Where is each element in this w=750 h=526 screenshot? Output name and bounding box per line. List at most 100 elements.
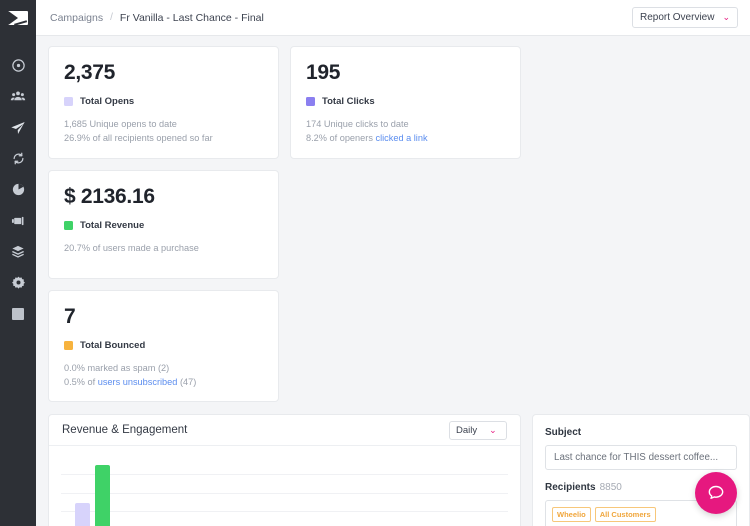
chart-panel-header: Revenue & Engagement Daily ⌄ (49, 415, 520, 446)
stat-subtext-pre: 26.9% of all recipients opened so far (64, 133, 213, 144)
chart-plot-area[interactable] (61, 456, 508, 526)
stat-subtext-pre: 8.2% of openers (306, 133, 376, 144)
stat-subtext: 20.7% of users made a purchase (64, 241, 263, 255)
content-area: 2,375 Total Opens 1,685 Unique opens to … (36, 36, 750, 526)
paper-plane-icon (11, 121, 25, 134)
gauge-icon (11, 59, 25, 72)
layers-icon (12, 245, 24, 258)
rail-item-list (0, 50, 36, 329)
clicked-a-link-link[interactable]: clicked a link (375, 133, 427, 143)
stat-card-total-clicks: 195 Total Clicks 174 Unique clicks to da… (290, 46, 521, 159)
sidebar-item-integrations[interactable] (0, 236, 36, 267)
stat-subtext-line2: 26.9% of all recipients opened so far (64, 131, 263, 145)
legend-swatch (64, 340, 73, 350)
stat-card-total-revenue: $ 2136.16 Total Revenue 20.7% of users m… (48, 169, 279, 279)
breadcrumb-campaigns[interactable]: Campaigns (50, 12, 103, 24)
stat-card-total-bounced: 7 Total Bounced 0.0% marked as spam (2) … (48, 289, 279, 402)
sidebar-item-broadcast[interactable] (0, 205, 36, 236)
stat-legend: Total Bounced (64, 340, 263, 351)
revenue-engagement-panel: Revenue & Engagement Daily ⌄ WedThuFriSa… (48, 414, 521, 526)
lower-section: Revenue & Engagement Daily ⌄ WedThuFriSa… (48, 414, 750, 526)
chart-frequency-label: Daily (456, 424, 478, 436)
chat-support-button[interactable] (695, 472, 737, 514)
breadcrumb-separator: / (110, 12, 113, 23)
recipients-count: 8850 (599, 482, 622, 493)
stat-legend-label: Total Revenue (80, 219, 145, 231)
chart-bar-group (125, 456, 189, 526)
sidebar-item-reports[interactable] (0, 174, 36, 205)
stat-card-total-opens: 2,375 Total Opens 1,685 Unique opens to … (48, 46, 279, 159)
chart-bar-group (61, 456, 125, 526)
sidebar-item-settings[interactable] (0, 267, 36, 298)
chart-title: Revenue & Engagement (62, 424, 188, 436)
chart-frequency-dropdown[interactable]: Daily ⌄ (449, 420, 507, 440)
users-unsubscribed-link[interactable]: users unsubscribed (98, 377, 178, 387)
stat-value: 7 (64, 304, 76, 328)
stat-subtext: 1,685 Unique opens to date 26.9% of all … (64, 117, 263, 146)
stat-value: $ 2136.16 (64, 184, 155, 208)
chevron-down-icon: ⌄ (722, 12, 730, 22)
pie-chart-icon (12, 183, 24, 196)
stat-legend-label: Total Clicks (322, 96, 375, 107)
stat-card-row-1: 2,375 Total Opens 1,685 Unique opens to … (48, 46, 738, 279)
stat-subtext-line1: 20.7% of users made a purchase (64, 242, 199, 253)
stat-subtext-pre: 0.5% of (64, 376, 98, 387)
chart-bar-groups (61, 456, 508, 526)
legend-swatch (64, 97, 73, 106)
chart-bar-group (189, 456, 253, 526)
left-nav-rail (0, 0, 36, 526)
stat-value: 195 (306, 61, 341, 84)
breadcrumb: Campaigns / Fr Vanilla - Last Chance - F… (50, 12, 264, 24)
gear-icon (11, 276, 25, 289)
app-root: Campaigns / Fr Vanilla - Last Chance - F… (0, 0, 750, 526)
stat-subtext-line1: 1,685 Unique opens to date (64, 119, 177, 129)
subject-label: Subject (545, 427, 582, 438)
stat-value: 2,375 (64, 61, 116, 84)
recipient-tag[interactable]: All Customers (594, 507, 656, 522)
stat-legend: Total Opens (64, 96, 263, 107)
refresh-cycle-icon (13, 152, 23, 165)
stat-subtext-post: (47) (177, 376, 197, 387)
people-icon (10, 91, 26, 101)
chart-bar-group (444, 456, 508, 526)
chart-body: WedThuFriSatSunMonTue (49, 446, 520, 526)
stat-subtext-line2: 8.2% of openers clicked a link (306, 131, 505, 145)
report-overview-label: Report Overview (639, 12, 715, 23)
sidebar-item-campaigns[interactable] (0, 112, 36, 143)
sidebar-item-audience[interactable] (0, 81, 36, 112)
stat-subtext: 174 Unique clicks to date 8.2% of opener… (306, 117, 505, 146)
stat-subtext: 0.0% marked as spam (2) 0.5% of users un… (64, 361, 263, 390)
legend-swatch (306, 97, 315, 106)
recipients-label-text: Recipients (545, 482, 596, 493)
chart-bar-group (253, 456, 317, 526)
chat-bubble-icon (708, 485, 724, 499)
stat-legend: Total Revenue (64, 220, 263, 231)
stat-subtext-line1: 0.0% marked as spam (2) (64, 362, 170, 373)
stat-legend-label: Total Bounced (80, 339, 146, 351)
stat-legend-label: Total Opens (80, 96, 135, 107)
subject-input[interactable]: Last chance for THIS dessert coffee... (545, 445, 737, 470)
megaphone-icon (11, 216, 24, 225)
stat-subtext-line1: 174 Unique clicks to date (306, 119, 409, 129)
stat-legend: Total Clicks (306, 96, 505, 107)
bar-total-opens[interactable] (75, 503, 91, 526)
bar-total-revenue[interactable] (95, 465, 111, 526)
sidebar-item-dashboard[interactable] (0, 50, 36, 81)
legend-swatch (64, 220, 73, 230)
envelope-logo-icon (8, 11, 28, 25)
report-overview-dropdown[interactable]: Report Overview ⌄ (631, 7, 738, 28)
stat-card-row-2: 7 Total Bounced 0.0% marked as spam (2) … (48, 289, 738, 402)
stat-subtext-line2: 0.5% of users unsubscribed (47) (64, 375, 263, 389)
main-column: Campaigns / Fr Vanilla - Last Chance - F… (36, 0, 750, 526)
recipient-tag[interactable]: Wheelio (552, 507, 591, 522)
square-icon (12, 307, 24, 320)
chart-bar-group (380, 456, 444, 526)
breadcrumb-current: Fr Vanilla - Last Chance - Final (119, 11, 264, 24)
sidebar-item-automation[interactable] (0, 143, 36, 174)
top-bar: Campaigns / Fr Vanilla - Last Chance - F… (36, 0, 750, 36)
app-logo[interactable] (0, 0, 36, 36)
chart-bar-group (316, 456, 380, 526)
engagement-bar-stack[interactable] (75, 503, 91, 526)
chevron-down-icon: ⌄ (489, 424, 497, 435)
sidebar-item-account[interactable] (0, 298, 36, 329)
